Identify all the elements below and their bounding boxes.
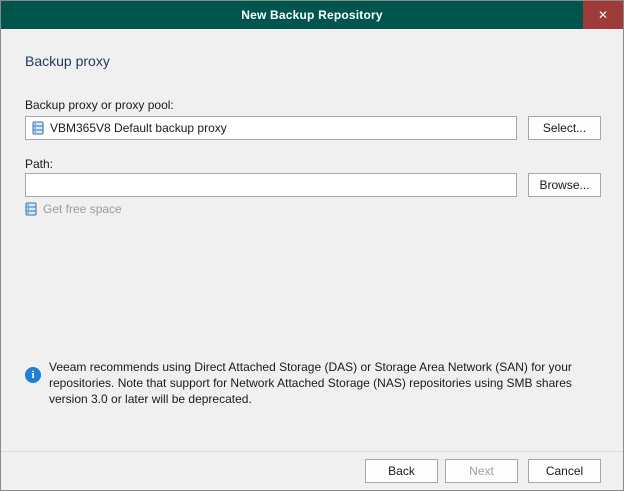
title-bar: New Backup Repository ✕: [1, 1, 623, 29]
path-field-label: Path:: [25, 157, 53, 171]
new-backup-repository-dialog: New Backup Repository ✕ Backup proxy Bac…: [0, 0, 624, 491]
proxy-field-label: Backup proxy or proxy pool:: [25, 98, 174, 112]
close-icon: ✕: [598, 8, 608, 22]
page-title: Backup proxy: [25, 53, 110, 69]
next-button[interactable]: Next: [445, 459, 518, 483]
free-space-server-icon: [25, 202, 37, 216]
back-button[interactable]: Back: [365, 459, 438, 483]
browse-button[interactable]: Browse...: [528, 173, 601, 197]
footer-divider: [1, 451, 623, 452]
proxy-input-box[interactable]: [25, 116, 517, 140]
info-icon: i: [25, 367, 41, 383]
get-free-space-link[interactable]: Get free space: [25, 202, 122, 216]
info-note-text: Veeam recommends using Direct Attached S…: [49, 359, 594, 407]
info-note: i Veeam recommends using Direct Attached…: [25, 359, 601, 407]
path-input-box[interactable]: [25, 173, 517, 197]
path-input[interactable]: [30, 174, 512, 196]
window-title: New Backup Repository: [241, 8, 383, 22]
get-free-space-label: Get free space: [43, 202, 122, 216]
proxy-server-icon: [32, 121, 44, 135]
cancel-button[interactable]: Cancel: [528, 459, 601, 483]
select-button[interactable]: Select...: [528, 116, 601, 140]
proxy-input[interactable]: [48, 117, 512, 139]
close-button[interactable]: ✕: [583, 1, 623, 29]
